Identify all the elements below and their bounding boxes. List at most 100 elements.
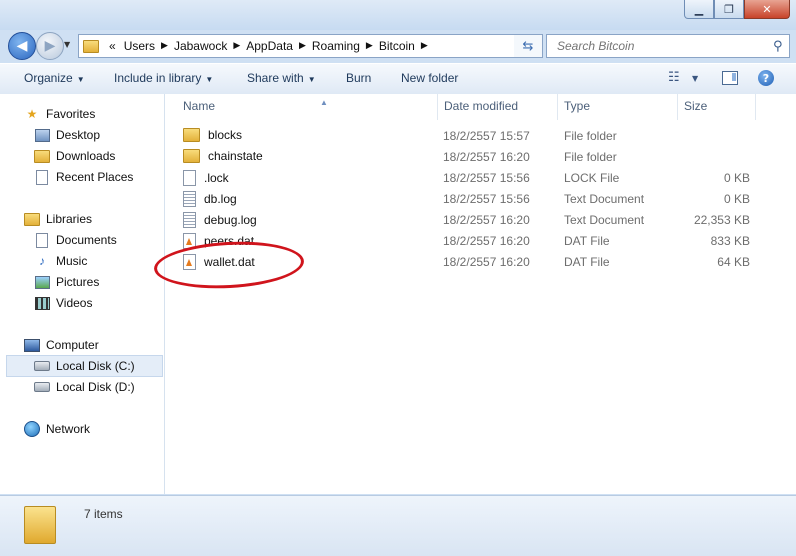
file-date: 18/2/2557 16:20 [443,234,530,248]
file-row[interactable]: debug.log 18/2/2557 16:20 Text Document … [165,209,796,230]
network-icon [24,421,40,437]
file-size: 22,353 KB [693,213,750,227]
chevron-right-icon[interactable]: ▶ [159,41,170,51]
chevron-right-icon[interactable]: ▶ [419,41,430,51]
change-view-button[interactable]: ☷ [668,70,680,85]
nav-computer[interactable]: Computer [24,335,184,355]
column-header-size[interactable]: Size [684,99,707,117]
nav-item-label: Local Disk (C:) [56,359,135,373]
file-type: File folder [564,129,617,143]
computer-icon [24,338,40,352]
file-row[interactable]: chainstate 18/2/2557 16:20 File folder [165,146,796,167]
file-name: debug.log [204,213,257,227]
file-size: 833 KB [710,234,750,248]
maximize-button[interactable]: ❐ [714,0,744,19]
chevron-right-icon[interactable]: ▶ [231,41,242,51]
file-date: 18/2/2557 16:20 [443,150,530,164]
navigation-pane: ★ Favorites Desktop Downloads Recent Pla… [0,94,165,494]
desktop-icon [34,128,50,142]
disk-drive-icon [34,361,50,371]
search-icon[interactable]: ⚲ [773,39,783,54]
nav-item-label: Recent Places [56,170,134,184]
column-divider[interactable] [437,94,438,120]
caret-down-icon: ▼ [205,75,214,84]
title-bar: ▁ ❐ ✕ [0,0,796,30]
column-name-label: Name [183,99,216,113]
breadcrumb-overflow[interactable]: « [105,39,120,53]
file-name: db.log [204,192,237,206]
nav-item-local-disk-c[interactable]: Local Disk (C:) [6,355,163,377]
address-bar[interactable]: « Users ▶ Jabawock ▶ AppData ▶ Roaming ▶… [78,34,516,58]
text-file-icon [183,191,196,207]
search-box[interactable]: ⚲ [546,34,790,58]
file-type: Text Document [564,192,645,206]
item-count: 7 items [84,507,123,521]
new-folder-button[interactable]: New folder [401,71,458,85]
chevron-right-icon[interactable]: ▶ [297,41,308,51]
file-type: DAT File [564,234,610,248]
view-options-dropdown[interactable]: ▼ [692,74,698,83]
back-button[interactable]: ◀ [8,32,36,60]
caret-down-icon: ▼ [76,75,85,84]
breadcrumb-roaming[interactable]: Roaming [308,39,364,53]
breadcrumb-jabawock[interactable]: Jabawock [170,39,231,53]
column-divider[interactable] [557,94,558,120]
file-date: 18/2/2557 15:56 [443,192,530,206]
file-type: File folder [564,150,617,164]
share-with-label: Share with [247,71,304,85]
nav-item-label: Local Disk (D:) [56,380,135,394]
music-note-icon: ♪ [39,254,45,268]
minimize-button[interactable]: ▁ [684,0,714,19]
column-header-date[interactable]: Date modified [444,99,518,117]
close-button[interactable]: ✕ [744,0,790,19]
chevron-right-icon[interactable]: ▶ [364,41,375,51]
organize-menu[interactable]: Organize ▼ [24,71,85,85]
column-divider[interactable] [755,94,756,120]
column-header-type[interactable]: Type [564,99,590,117]
file-size: 0 KB [723,192,750,206]
include-in-library-menu[interactable]: Include in library ▼ [114,71,213,85]
pictures-icon [34,275,50,289]
downloads-folder-icon [34,149,50,163]
file-name: blocks [208,128,243,142]
organize-label: Organize [24,71,73,85]
disk-drive-icon [34,382,50,392]
nav-item-label: Desktop [56,128,101,142]
burn-button[interactable]: Burn [346,71,371,85]
nav-item-label: Downloads [56,149,116,163]
recent-pages-dropdown[interactable]: ▼ [64,40,70,49]
breadcrumb-appdata[interactable]: AppData [242,39,297,53]
nav-network[interactable]: Network [24,419,184,439]
file-row[interactable]: .lock 18/2/2557 15:56 LOCK File 0 KB [165,167,796,188]
navigation-row: ◀ ▶ ▼ « Users ▶ Jabawock ▶ AppData ▶ Roa… [0,30,796,60]
folder-icon [24,506,56,544]
nav-favorites[interactable]: ★ Favorites [24,104,184,124]
nav-libraries-label: Libraries [46,212,93,226]
column-divider[interactable] [677,94,678,120]
nav-item-label: Videos [56,296,93,310]
caret-down-icon: ▼ [307,75,316,84]
help-icon[interactable]: ? [758,70,774,86]
share-with-menu[interactable]: Share with ▼ [247,71,316,85]
preview-pane-icon[interactable] [722,71,738,85]
recent-places-icon [36,169,48,185]
file-row[interactable]: blocks 18/2/2557 15:57 File folder [165,125,796,146]
command-bar: Organize ▼ Include in library ▼ Share with… [0,63,796,95]
blank-file-icon [183,170,196,186]
sort-ascending-icon: ▲ [320,98,328,107]
nav-libraries[interactable]: Libraries [24,209,184,229]
file-size: 64 KB [717,255,750,269]
file-type: LOCK File [564,171,620,185]
forward-button[interactable]: ▶ [36,32,64,60]
nav-favorites-label: Favorites [46,107,96,121]
refresh-button[interactable]: ⇆ [514,34,543,58]
file-row[interactable]: db.log 18/2/2557 15:56 Text Document 0 K… [165,188,796,209]
column-header-name[interactable]: Name ▲ [183,98,433,117]
breadcrumb-users[interactable]: Users [120,39,159,53]
caret-down-icon: ▼ [692,74,699,83]
file-date: 18/2/2557 16:20 [443,255,530,269]
videos-icon [34,296,50,310]
search-input[interactable] [555,38,769,54]
nav-computer-label: Computer [46,338,99,352]
breadcrumb-bitcoin[interactable]: Bitcoin [375,39,419,53]
